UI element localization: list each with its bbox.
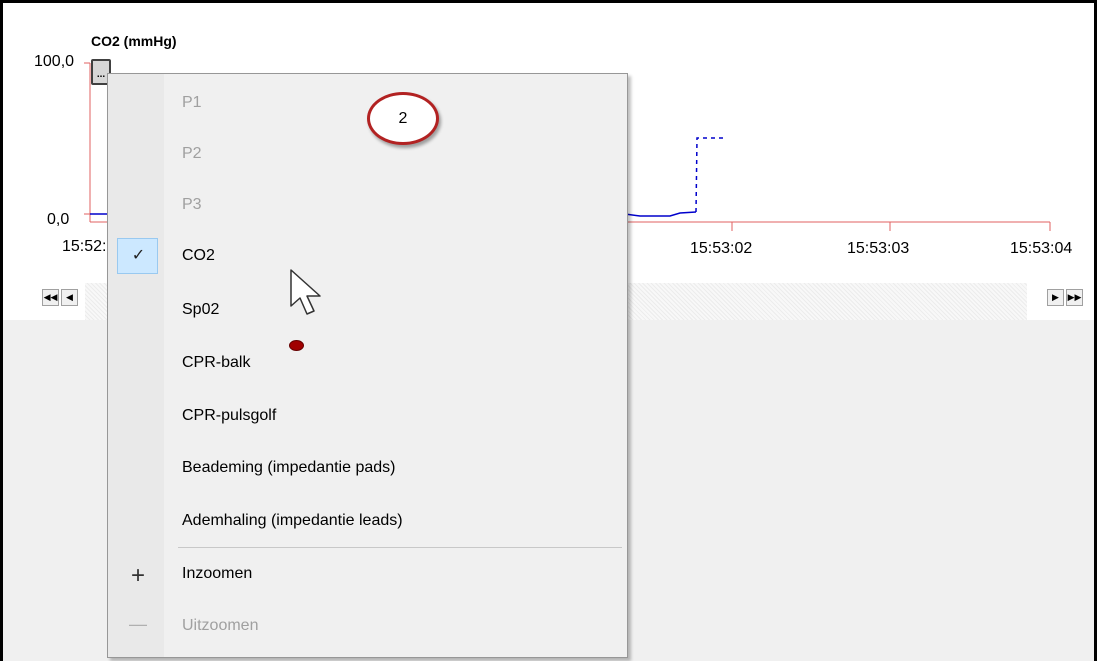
co2-trace-dashed	[695, 137, 725, 213]
menu-item-cpr-pulsgolf[interactable]: CPR-pulsgolf	[182, 407, 276, 425]
x-tick-label: 15:53:03	[847, 240, 910, 257]
check-icon: ✓	[131, 247, 146, 264]
scroll-next-button[interactable]: ▶	[1047, 289, 1064, 306]
x-tick-label: 15:52:	[62, 238, 107, 255]
menu-item-beademing[interactable]: Beademing (impedantie pads)	[182, 459, 395, 477]
menu-item-p2[interactable]: P2	[182, 145, 202, 163]
red-dot-marker	[289, 340, 304, 351]
mouse-pointer-icon	[290, 269, 321, 315]
minus-icon: —	[129, 614, 147, 634]
y-max-label: 100,0	[34, 53, 75, 70]
menu-item-cpr-balk[interactable]: CPR-balk	[182, 354, 250, 372]
scroll-prev-button[interactable]: ◀	[61, 289, 78, 306]
y-min-label: 0,0	[47, 211, 70, 228]
x-tick-label: 15:53:04	[1010, 240, 1073, 257]
menu-item-uitzoomen[interactable]: Uitzoomen	[182, 617, 258, 635]
menu-item-sp02[interactable]: Sp02	[182, 301, 219, 319]
context-menu: P1 P2 P3 ✓ CO2 Sp02 CPR-balk CPR-pulsgol…	[107, 73, 628, 658]
plus-icon: +	[130, 562, 145, 589]
menu-item-co2[interactable]: CO2	[182, 247, 215, 265]
x-tick-label: 15:53:02	[690, 240, 753, 257]
scroll-last-button[interactable]: ▶▶	[1066, 289, 1083, 306]
menu-item-inzoomen[interactable]: Inzoomen	[182, 565, 252, 583]
scroll-first-button[interactable]: ◀◀	[42, 289, 59, 306]
menu-separator	[178, 547, 622, 548]
chart-title: CO2 (mmHg)	[91, 33, 177, 49]
menu-item-p3[interactable]: P3	[182, 196, 202, 214]
menu-item-ademhaling[interactable]: Ademhaling (impedantie leads)	[182, 512, 403, 530]
menu-item-p1[interactable]: P1	[182, 94, 202, 112]
co2-check-highlight: ✓	[117, 238, 158, 274]
annotation-callout: 2	[367, 92, 439, 145]
